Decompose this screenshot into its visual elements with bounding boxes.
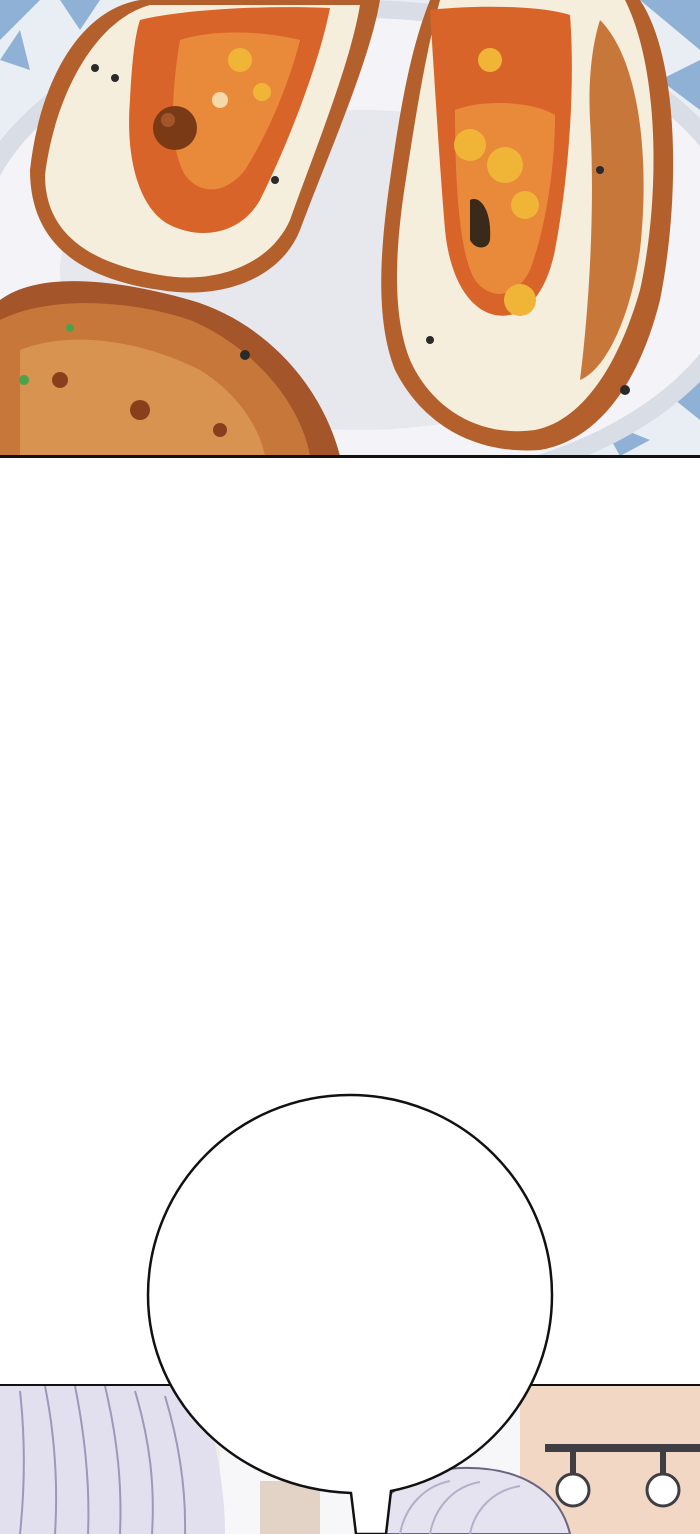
panel-border-top (0, 455, 700, 458)
bean (153, 106, 197, 150)
speech-bubble (146, 1093, 554, 1534)
light-rail (545, 1444, 700, 1452)
speech-bubble-shape (146, 1093, 554, 1534)
food-illustration (0, 0, 700, 456)
food-panel (0, 0, 700, 456)
comic-page (0, 0, 700, 1534)
